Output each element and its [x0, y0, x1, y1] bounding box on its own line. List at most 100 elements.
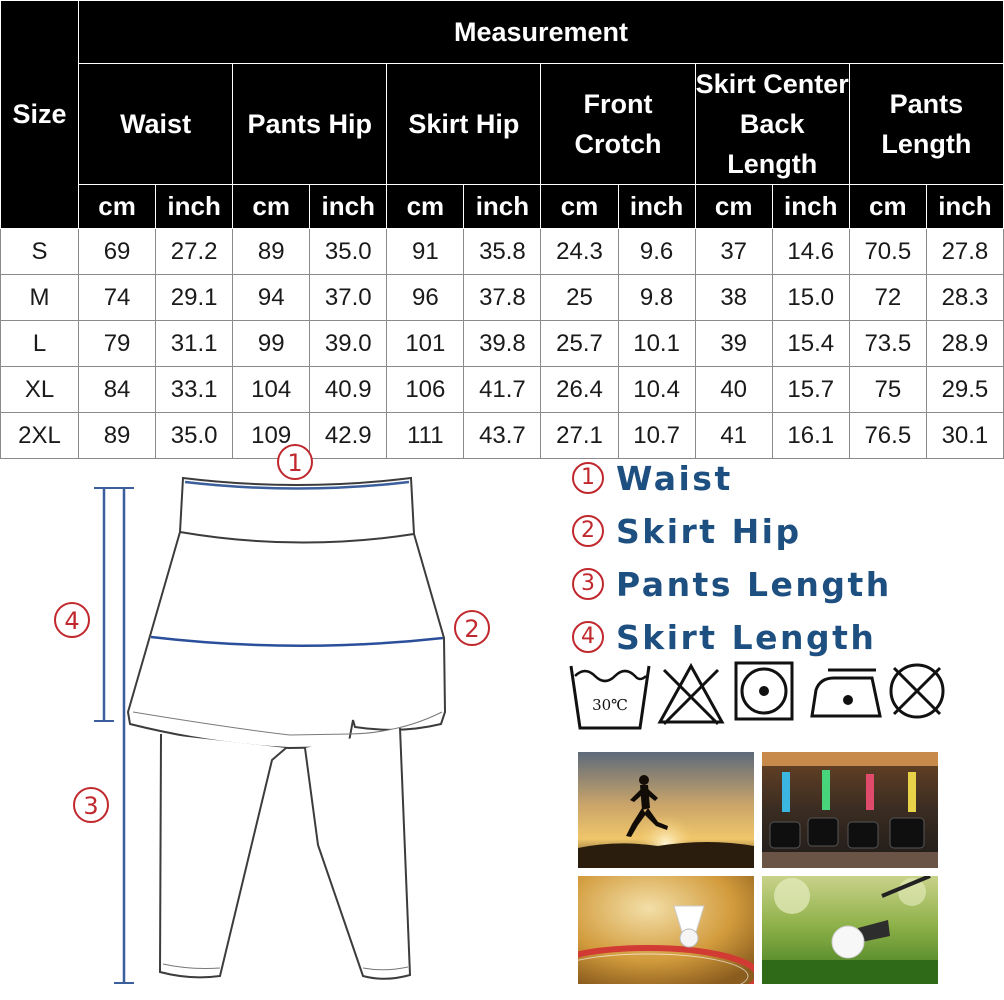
column-header-waist: Waist [77, 63, 234, 185]
table-cell: 27.8 [925, 228, 1004, 275]
legend-item-skirt-hip: 2 Skirt Hip [572, 505, 992, 557]
unit-header: inch [617, 184, 696, 229]
table-cell: 40 [694, 366, 773, 413]
golf-photo [762, 876, 938, 984]
skirt-length-indicator [94, 487, 114, 722]
table-cell: 9.8 [617, 274, 696, 321]
unit-header: inch [771, 184, 850, 229]
legend-item-skirt-length: 4 Skirt Length [572, 611, 992, 663]
table-cell: 27.2 [155, 228, 234, 275]
table-cell: 84 [77, 366, 157, 413]
column-header-pants-hip: Pants Hip [232, 63, 388, 185]
iron-low-icon [810, 668, 882, 718]
table-row: XL 84 33.1 104 40.9 106 41.7 26.4 10.4 40 15.7 75 29… [0, 366, 1004, 413]
legend-label: Skirt Hip [616, 511, 802, 551]
marker-pants-length: 3 [73, 787, 109, 823]
table-cell: 29.5 [925, 366, 1004, 413]
legend-number: 1 [572, 462, 604, 494]
unit-header: inch [925, 184, 1004, 229]
measurement-legend: 1 Waist 2 Skirt Hip 3 Pants Length 4 Ski… [572, 452, 992, 664]
table-cell: 14.6 [771, 228, 850, 275]
table-cell: 25.7 [540, 320, 619, 367]
table-cell: 41.7 [463, 366, 542, 413]
unit-header: cm [694, 184, 773, 229]
unit-header: cm [77, 184, 157, 229]
table-cell: 39.8 [463, 320, 542, 367]
table-cell: 104 [232, 366, 311, 413]
size-chart-table: Size Measurement Waist Pants Hip Skirt H… [0, 0, 1004, 459]
table-cell: 69 [77, 228, 157, 275]
table-cell: 75 [848, 366, 927, 413]
table-cell: 10.1 [617, 320, 696, 367]
legend-number: 2 [572, 515, 604, 547]
table-cell: 15.0 [771, 274, 850, 321]
table-cell: 94 [232, 274, 311, 321]
legend-number: 3 [572, 568, 604, 600]
table-cell: 15.7 [771, 366, 850, 413]
skirt-outline [126, 476, 447, 750]
table-cell: 33.1 [155, 366, 234, 413]
svg-text:3: 3 [83, 792, 98, 820]
table-cell: 37 [694, 228, 773, 275]
column-header-skirt-center-back-length: Skirt Center Back Length [694, 63, 850, 185]
table-cell: 74 [77, 274, 157, 321]
legend-label: Waist [616, 458, 733, 498]
badminton-photo [578, 876, 754, 984]
table-cell: 106 [386, 366, 465, 413]
unit-header: cm [232, 184, 311, 229]
table-row: M 74 29.1 94 37.0 96 37.8 25 9.8 38 15.0 72 28.3 [0, 274, 1004, 321]
column-header-pants-length: Pants Length [848, 63, 1004, 185]
marker-waist: 1 [277, 444, 313, 480]
table-cell: 91 [386, 228, 465, 275]
table-cell: 24.3 [540, 228, 619, 275]
legend-label: Pants Length [616, 564, 892, 604]
table-cell: 99 [232, 320, 311, 367]
table-cell: 72 [848, 274, 927, 321]
care-instructions: 30℃ [568, 660, 958, 734]
wash-temp-label: 30℃ [592, 696, 628, 714]
table-cell: 28.9 [925, 320, 1004, 367]
table-cell: 28.3 [925, 274, 1004, 321]
table-cell: 39.0 [309, 320, 388, 367]
column-header-line: Back Length [727, 109, 818, 179]
unit-header: inch [463, 184, 542, 229]
measurement-header: Measurement [78, 0, 1004, 64]
measurement-diagram: 1 2 3 4 [54, 444, 490, 984]
svg-text:4: 4 [64, 607, 79, 635]
table-cell: 38 [694, 274, 773, 321]
running-sunset-photo [578, 752, 754, 868]
pants-length-indicator [114, 487, 134, 984]
column-header-line: Skirt Center [695, 69, 849, 99]
table-row: L 79 31.1 99 39.0 101 39.8 25.7 10.1 39 15.4 73.5 28… [0, 320, 1004, 367]
table-cell: 70.5 [848, 228, 927, 275]
table-cell: 39 [694, 320, 773, 367]
table-cell: 9.6 [617, 228, 696, 275]
unit-header: cm [386, 184, 465, 229]
tumble-dry-icon [734, 661, 794, 721]
size-cell: L [0, 320, 79, 367]
table-row: S 69 27.2 89 35.0 91 35.8 24.3 9.6 37 14.6 70.5 27.8 [0, 228, 1004, 275]
marker-skirt-length: 4 [54, 602, 90, 638]
right-leg-outline [304, 727, 412, 980]
table-cell: 79 [77, 320, 157, 367]
no-dry-clean-icon [889, 663, 945, 719]
table-cell: 31.1 [155, 320, 234, 367]
table-cell: 40.9 [309, 366, 388, 413]
table-cell: 37.8 [463, 274, 542, 321]
size-cell: S [0, 228, 79, 275]
wash-30-icon: 30℃ [569, 665, 651, 730]
unit-row: cm inch cm inch cm inch cm inch cm inch cm inch [1, 184, 1004, 229]
table-cell: 35.0 [309, 228, 388, 275]
table-cell: 73.5 [848, 320, 927, 367]
marker-skirt-hip: 2 [454, 610, 490, 646]
table-body: S 69 27.2 89 35.0 91 35.8 24.3 9.6 37 14.6 70.5 27.8… [0, 228, 1004, 459]
size-header: Size [0, 0, 79, 229]
table-cell: 89 [232, 228, 311, 275]
svg-text:2: 2 [464, 615, 479, 643]
legend-label: Skirt Length [616, 617, 877, 657]
table-cell: 26.4 [540, 366, 619, 413]
table-cell: 15.4 [771, 320, 850, 367]
table-cell: 29.1 [155, 274, 234, 321]
no-bleach-icon [657, 662, 725, 726]
table-cell: 35.8 [463, 228, 542, 275]
